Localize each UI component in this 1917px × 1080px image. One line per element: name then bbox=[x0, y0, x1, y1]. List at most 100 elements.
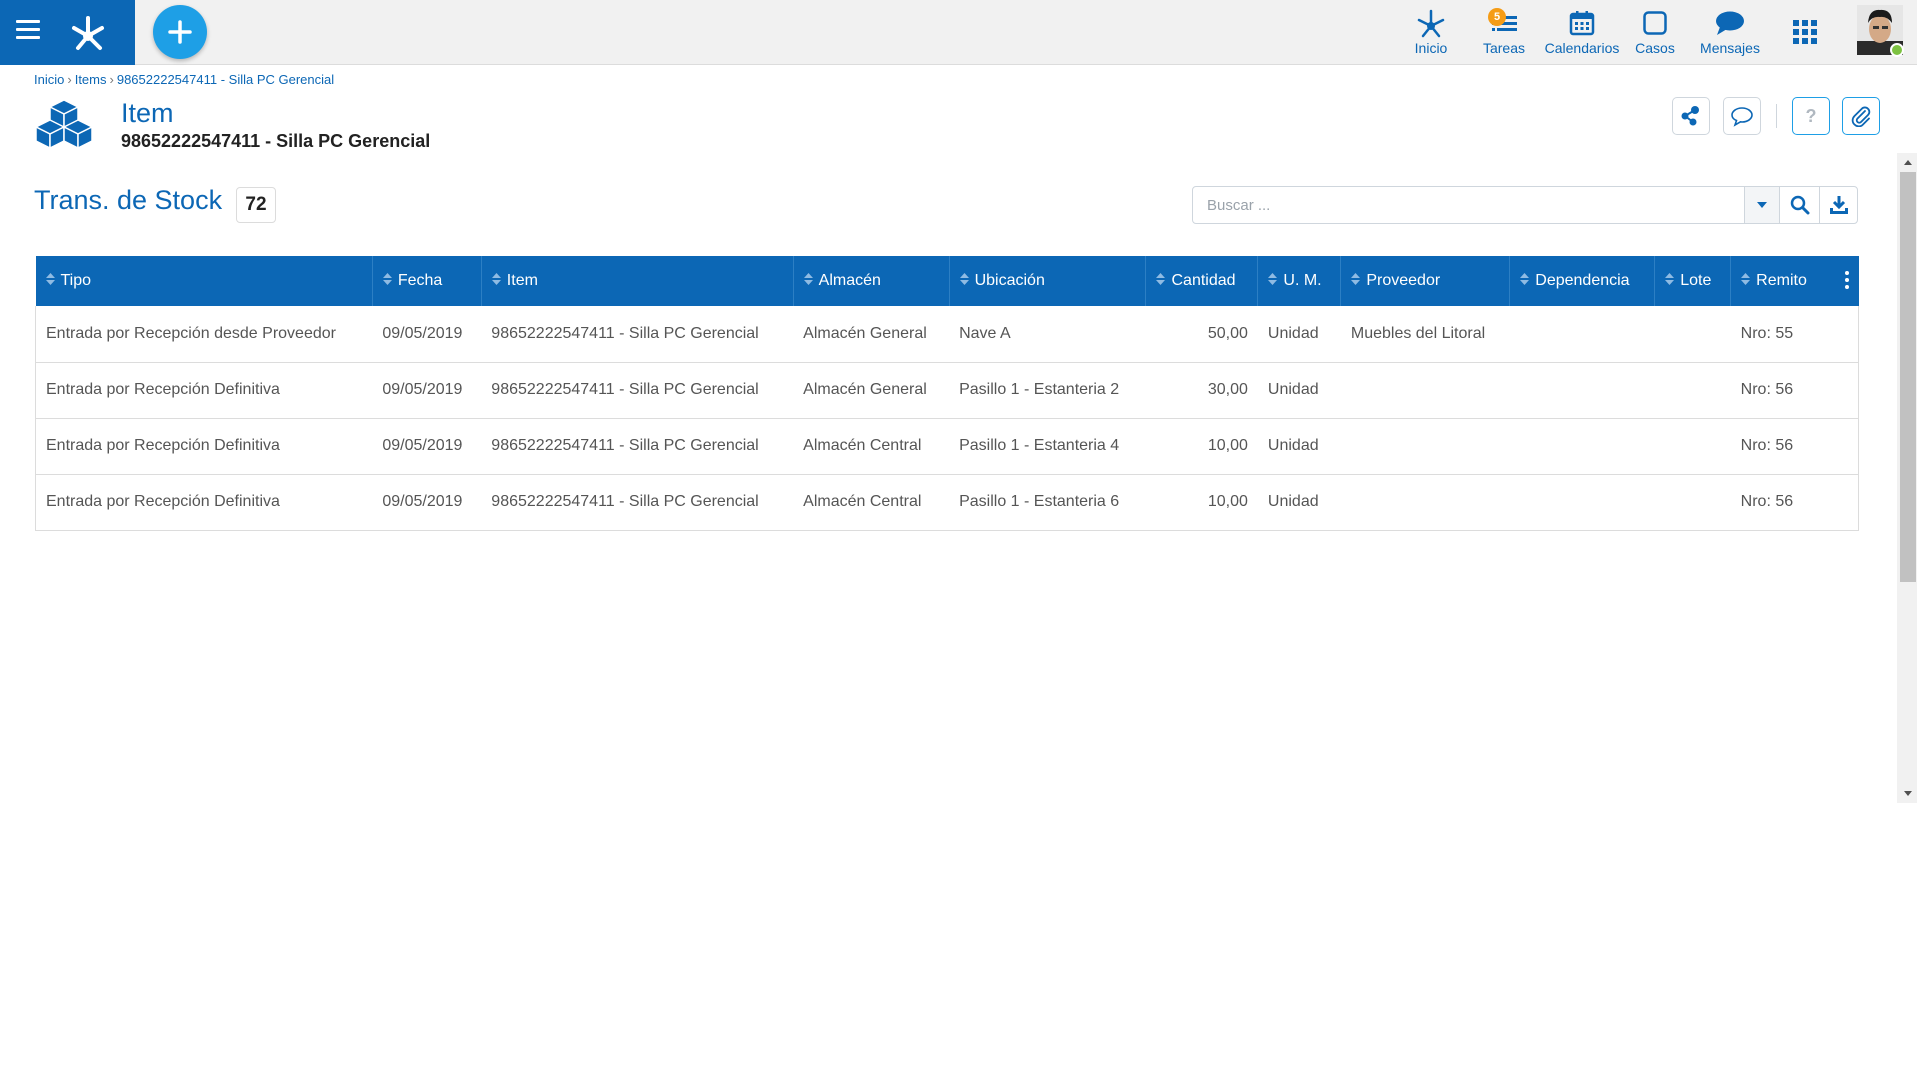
table-cell: 98652222547411 - Silla PC Gerencial bbox=[481, 474, 794, 531]
table-cell: Nro: 56 bbox=[1730, 362, 1859, 419]
table-cell bbox=[1509, 306, 1655, 363]
column-header-ubicaci-n[interactable]: Ubicación bbox=[949, 256, 1147, 306]
table-cell: 09/05/2019 bbox=[372, 418, 482, 475]
table-header-row: Tipo Fecha Item Almacén Ubicación Cantidad U. … bbox=[35, 256, 1859, 306]
table-cell: 98652222547411 - Silla PC Gerencial bbox=[481, 362, 794, 419]
comments-button[interactable] bbox=[1723, 97, 1761, 135]
column-header-label: Almacén bbox=[818, 272, 881, 289]
column-header-label: Cantidad bbox=[1171, 272, 1236, 289]
share-nodes-icon bbox=[1681, 106, 1699, 126]
column-header-label: U. M. bbox=[1283, 272, 1322, 289]
table-row[interactable]: Entrada por Recepción Definitiva 09/05/20… bbox=[35, 474, 1859, 531]
help-button[interactable]: ? bbox=[1792, 97, 1830, 135]
column-header-tipo[interactable]: Tipo bbox=[35, 256, 373, 306]
breadcrumb-separator: › bbox=[67, 72, 72, 87]
column-menu-icon[interactable] bbox=[1844, 271, 1851, 291]
search-button[interactable] bbox=[1779, 186, 1820, 224]
column-header-cantidad[interactable]: Cantidad bbox=[1145, 256, 1259, 306]
sort-icon bbox=[45, 273, 55, 286]
table-cell: 30,00 bbox=[1145, 362, 1258, 419]
table-cell: Unidad bbox=[1257, 362, 1341, 419]
table-body: Entrada por Recepción desde Proveedor 09/… bbox=[35, 306, 1859, 531]
nav-mensajes[interactable]: Mensajes bbox=[1700, 6, 1760, 56]
table-row[interactable]: Entrada por Recepción Definitiva 09/05/20… bbox=[35, 418, 1859, 475]
section-title: Trans. de Stock bbox=[34, 185, 223, 215]
table-cell: Pasillo 1 - Estanteria 4 bbox=[949, 418, 1146, 475]
column-header-remito[interactable]: Remito bbox=[1730, 256, 1859, 306]
nav-tareas[interactable]: 5 Tareas bbox=[1480, 6, 1528, 56]
search-input[interactable] bbox=[1192, 186, 1745, 224]
breadcrumb: Inicio › Items › 98652222547411 - Silla PC G… bbox=[34, 72, 334, 87]
table-cell: 09/05/2019 bbox=[372, 474, 482, 531]
online-status-badge bbox=[1890, 43, 1904, 57]
table-row[interactable]: Entrada por Recepción desde Proveedor 09/… bbox=[35, 306, 1859, 363]
table-cell: Almacén General bbox=[793, 306, 950, 363]
nav-casos[interactable]: Casos bbox=[1634, 6, 1676, 56]
nav-casos-label: Casos bbox=[1635, 40, 1675, 56]
table-cell: Entrada por Recepción Definitiva bbox=[35, 418, 373, 475]
table-cell: Entrada por Recepción Definitiva bbox=[35, 362, 373, 419]
home-node-icon bbox=[1417, 9, 1445, 38]
column-header-item[interactable]: Item bbox=[481, 256, 794, 306]
column-header-almac-n[interactable]: Almacén bbox=[793, 256, 950, 306]
scroll-down-arrow[interactable] bbox=[1900, 787, 1916, 801]
search-options-dropdown[interactable] bbox=[1744, 186, 1780, 224]
relations-button[interactable] bbox=[1672, 97, 1710, 135]
record-count-badge: 72 bbox=[236, 187, 276, 223]
column-header-proveedor[interactable]: Proveedor bbox=[1340, 256, 1511, 306]
comment-icon bbox=[1731, 107, 1753, 127]
column-header-fecha[interactable]: Fecha bbox=[372, 256, 482, 306]
table-cell: Almacén General bbox=[793, 362, 950, 419]
sort-icon bbox=[1665, 273, 1675, 286]
table-cell: 09/05/2019 bbox=[372, 306, 482, 363]
sort-icon bbox=[803, 273, 813, 286]
column-header-u-m[interactable]: U. M. bbox=[1257, 256, 1342, 306]
column-header-lote[interactable]: Lote bbox=[1654, 256, 1732, 306]
table-cell: 50,00 bbox=[1145, 306, 1258, 363]
table-cell: Muebles del Litoral bbox=[1340, 306, 1510, 363]
stock-transactions-table: Tipo Fecha Item Almacén Ubicación Cantidad U. … bbox=[35, 256, 1859, 531]
table-cell bbox=[1654, 306, 1731, 363]
table-row[interactable]: Entrada por Recepción Definitiva 09/05/20… bbox=[35, 362, 1859, 419]
sort-icon bbox=[1156, 273, 1166, 286]
apps-grid-icon[interactable] bbox=[1793, 20, 1817, 44]
tasks-count-badge: 5 bbox=[1488, 8, 1506, 26]
brand-block bbox=[0, 0, 135, 65]
breadcrumb-current[interactable]: 98652222547411 - Silla PC Gerencial bbox=[117, 72, 334, 87]
table-cell bbox=[1509, 362, 1655, 419]
table-cell: Nro: 56 bbox=[1730, 474, 1859, 531]
page-title: Item bbox=[121, 98, 174, 128]
breadcrumb-items[interactable]: Items bbox=[75, 72, 107, 87]
nav-inicio[interactable]: Inicio bbox=[1410, 6, 1452, 56]
hamburger-menu-icon[interactable] bbox=[16, 20, 40, 40]
column-header-label: Fecha bbox=[397, 272, 443, 289]
table-cell: 10,00 bbox=[1145, 474, 1258, 531]
app-logo-icon[interactable] bbox=[66, 10, 110, 54]
nav-mensajes-label: Mensajes bbox=[1700, 40, 1760, 56]
sort-icon bbox=[1741, 273, 1751, 286]
nav-calendarios-label: Calendarios bbox=[1544, 40, 1620, 56]
sort-icon bbox=[959, 273, 969, 286]
breadcrumb-inicio[interactable]: Inicio bbox=[34, 72, 64, 87]
nav-calendarios[interactable]: Calendarios bbox=[1544, 6, 1620, 56]
sort-icon bbox=[1268, 273, 1278, 286]
add-new-button[interactable] bbox=[153, 5, 207, 59]
table-cell bbox=[1340, 474, 1510, 531]
sort-icon bbox=[1520, 273, 1530, 286]
column-header-label: Tipo bbox=[60, 272, 92, 289]
scroll-up-arrow[interactable] bbox=[1900, 155, 1916, 169]
table-cell: Entrada por Recepción desde Proveedor bbox=[35, 306, 373, 363]
search-icon bbox=[1790, 195, 1809, 215]
column-header-label: Lote bbox=[1680, 272, 1712, 289]
column-header-dependencia[interactable]: Dependencia bbox=[1509, 256, 1656, 306]
scrollbar-thumb[interactable] bbox=[1900, 172, 1916, 582]
column-header-label: Proveedor bbox=[1366, 272, 1441, 289]
nav-tareas-label: Tareas bbox=[1482, 40, 1526, 56]
plus-icon bbox=[168, 20, 192, 44]
help-question-icon: ? bbox=[1806, 106, 1817, 126]
attachments-button[interactable] bbox=[1842, 97, 1880, 135]
table-cell: Almacén Central bbox=[793, 474, 950, 531]
table-cell bbox=[1654, 474, 1731, 531]
export-button[interactable] bbox=[1819, 186, 1858, 224]
table-cell: Nave A bbox=[949, 306, 1146, 363]
